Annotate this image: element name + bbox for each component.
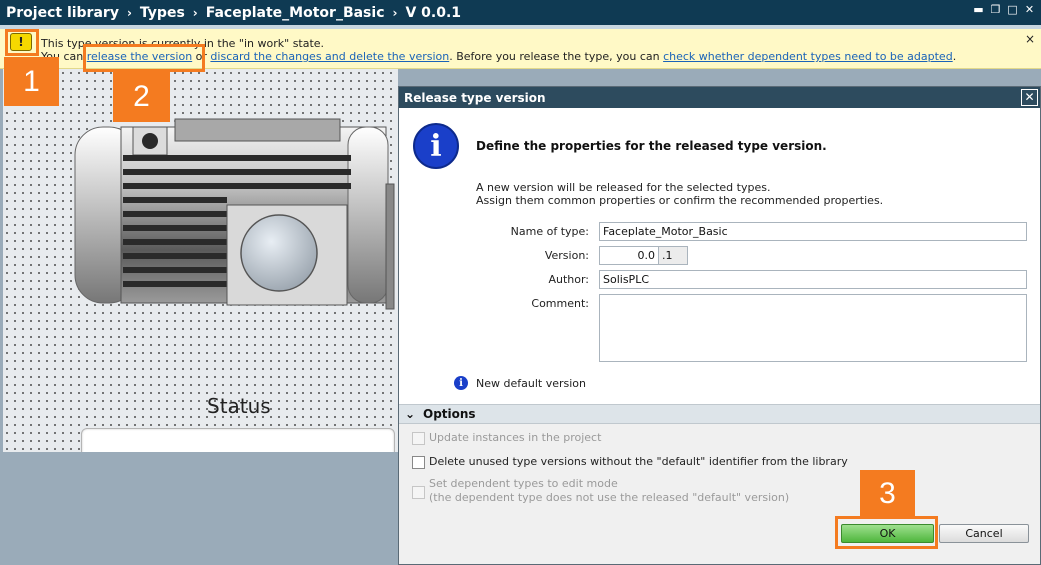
restore-icon[interactable]: ❐ xyxy=(990,4,1001,15)
desc-line-2: Assign them common properties or confirm… xyxy=(476,194,884,207)
options-section-header[interactable]: ⌄ Options xyxy=(399,404,1040,424)
update-instances-checkbox[interactable] xyxy=(412,432,425,445)
version-label: Version: xyxy=(544,249,589,262)
delete-unused-versions-checkbox[interactable] xyxy=(412,456,425,469)
comment-label: Comment: xyxy=(531,297,589,310)
edit-mode-label: Set dependent types to edit mode (the de… xyxy=(429,477,789,505)
version-major-field[interactable]: 0.0 xyxy=(599,246,659,265)
faceplate-canvas[interactable]: Status xyxy=(3,69,398,477)
status-label: Status xyxy=(207,394,271,418)
new-default-version-text: New default version xyxy=(476,377,586,390)
edit-mode-line-2: (the dependent type does not use the rel… xyxy=(429,491,790,504)
dialog-close-icon[interactable]: ✕ xyxy=(1021,89,1038,106)
ok-button-highlight xyxy=(835,516,938,549)
author-field[interactable]: SolisPLC xyxy=(599,270,1027,289)
warning-icon[interactable]: ! xyxy=(10,33,32,51)
minimize-icon[interactable]: ▬ xyxy=(973,4,984,15)
breadcrumb-types[interactable]: Types xyxy=(140,5,185,21)
close-icon[interactable]: ✕ xyxy=(1024,4,1035,15)
breadcrumb-separator: › xyxy=(192,5,198,20)
banner-suffix: . xyxy=(952,50,957,63)
update-instances-label: Update instances in the project xyxy=(429,431,602,444)
chevron-down-icon[interactable]: ⌄ xyxy=(405,407,415,421)
cancel-button[interactable]: Cancel xyxy=(939,524,1029,543)
breadcrumb-version[interactable]: V 0.0.1 xyxy=(405,5,461,21)
breadcrumb-separator: › xyxy=(126,5,132,20)
version-minor-field: .1 xyxy=(658,246,688,265)
dialog-body: i Define the properties for the released… xyxy=(399,108,1040,404)
options-header-label: Options xyxy=(423,407,476,421)
desc-line-1: A new version will be released for the s… xyxy=(476,181,771,194)
banner-middle: . Before you release the type, you can xyxy=(449,50,664,63)
editor-background xyxy=(0,452,398,565)
dialog-description: A new version will be released for the s… xyxy=(476,181,883,207)
maximize-icon[interactable]: □ xyxy=(1007,4,1018,15)
new-default-info-icon: i xyxy=(454,376,468,390)
motor-graphic[interactable] xyxy=(3,69,398,452)
breadcrumb-project-library[interactable]: Project library xyxy=(6,5,119,21)
release-type-version-dialog: Release type version ✕ i Define the prop… xyxy=(398,86,1041,565)
breadcrumb-separator: › xyxy=(392,5,398,20)
edit-mode-checkbox[interactable] xyxy=(412,486,425,499)
name-of-type-label: Name of type: xyxy=(510,225,589,238)
breadcrumb-type-name[interactable]: Faceplate_Motor_Basic xyxy=(206,5,385,21)
dialog-heading: Define the properties for the released t… xyxy=(476,139,827,153)
dialog-title: Release type version xyxy=(399,87,1040,108)
step-marker-1: 1 xyxy=(4,57,59,106)
info-icon: i xyxy=(413,123,459,169)
author-label: Author: xyxy=(548,273,589,286)
step-marker-2: 2 xyxy=(113,72,170,122)
name-of-type-field[interactable]: Faceplate_Motor_Basic xyxy=(599,222,1027,241)
window-controls: ▬ ❐ □ ✕ xyxy=(973,4,1035,15)
discard-changes-link[interactable]: discard the changes and delete the versi… xyxy=(210,50,449,63)
library-titlebar: Project library › Types › Faceplate_Moto… xyxy=(0,0,1041,25)
check-dependent-types-link[interactable]: check whether dependent types need to be… xyxy=(663,50,953,63)
edit-mode-line-1: Set dependent types to edit mode xyxy=(429,477,618,490)
delete-unused-versions-label: Delete unused type versions without the … xyxy=(429,455,848,468)
banner-close-icon[interactable]: × xyxy=(1025,32,1035,46)
comment-field[interactable] xyxy=(599,294,1027,362)
step-marker-3: 3 xyxy=(860,470,915,517)
release-link-highlight xyxy=(83,44,205,72)
